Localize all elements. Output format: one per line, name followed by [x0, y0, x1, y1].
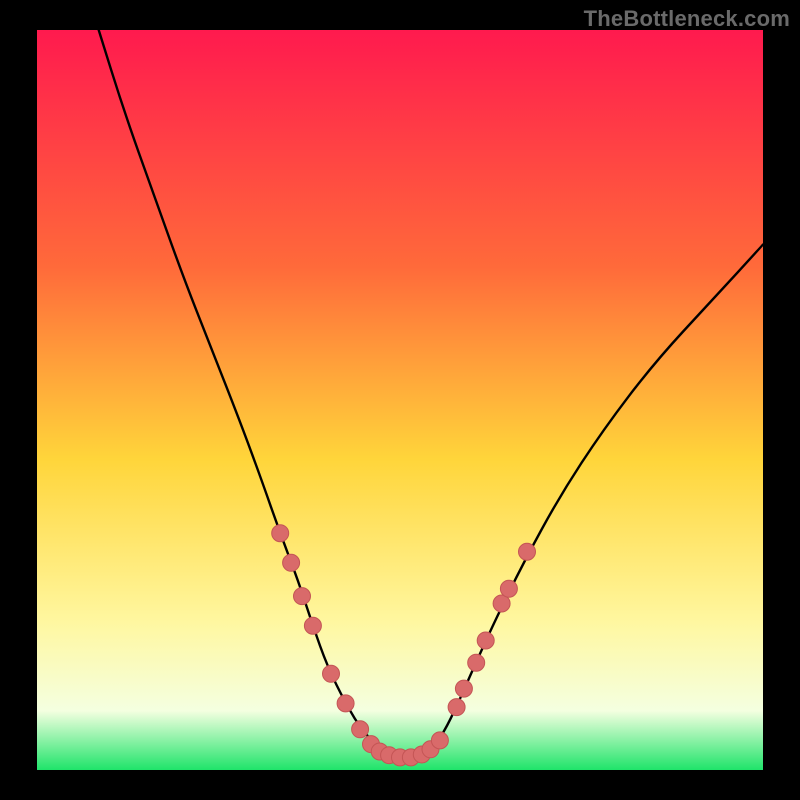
curve-marker — [283, 554, 300, 571]
chart-stage: TheBottleneck.com — [0, 0, 800, 800]
curve-marker — [477, 632, 494, 649]
chart-svg — [0, 0, 800, 800]
curve-marker — [323, 665, 340, 682]
watermark-text: TheBottleneck.com — [584, 6, 790, 32]
curve-marker — [431, 732, 448, 749]
curve-marker — [500, 580, 517, 597]
curve-marker — [468, 654, 485, 671]
curve-marker — [448, 699, 465, 716]
curve-marker — [519, 543, 536, 560]
curve-marker — [272, 525, 289, 542]
curve-marker — [352, 721, 369, 738]
plot-background — [37, 30, 763, 770]
curve-marker — [294, 588, 311, 605]
curve-marker — [455, 680, 472, 697]
curve-marker — [337, 695, 354, 712]
curve-marker — [304, 617, 321, 634]
